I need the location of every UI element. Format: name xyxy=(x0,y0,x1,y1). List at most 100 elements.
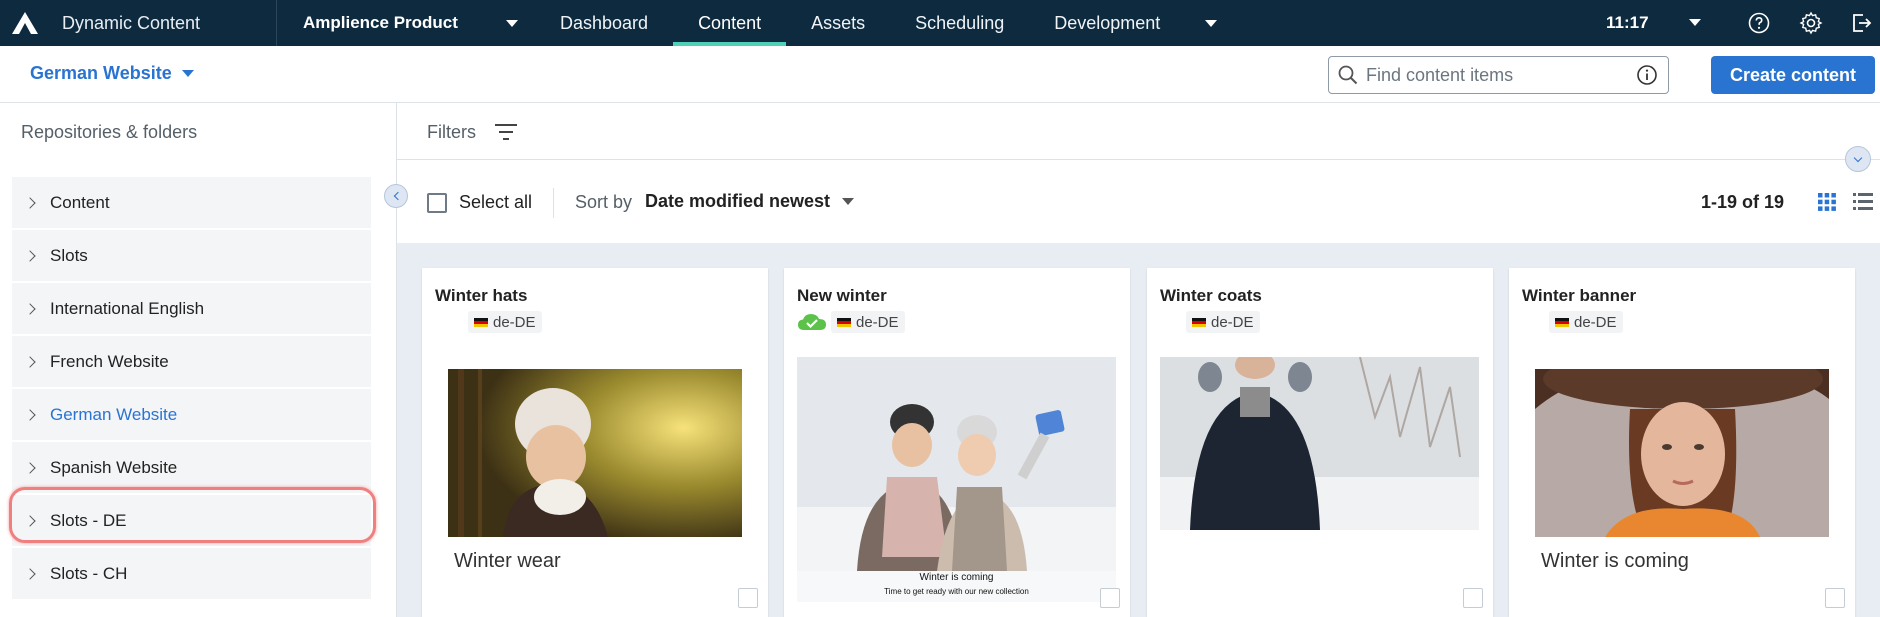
site-selector-label: German Website xyxy=(30,63,172,83)
sub-header: German Website Create content xyxy=(0,46,1880,103)
german-flag-icon xyxy=(1192,317,1206,327)
chevron-right-icon[interactable] xyxy=(24,196,36,209)
sidebar-item-slots[interactable]: Slots xyxy=(12,230,371,281)
chevron-right-icon[interactable] xyxy=(24,514,36,527)
chevron-right-icon[interactable] xyxy=(24,567,36,580)
locale-badge: de-DE xyxy=(1186,311,1260,333)
info-icon[interactable] xyxy=(1636,64,1658,86)
card-select-checkbox[interactable] xyxy=(1463,588,1483,608)
card-select-checkbox[interactable] xyxy=(1100,588,1120,608)
product-label: Amplience Product xyxy=(303,13,458,32)
tab-development[interactable]: Development xyxy=(1029,0,1185,46)
select-all-label: Select all xyxy=(459,192,533,212)
sidebar-item-slots-de[interactable]: Slots - DE xyxy=(12,495,371,546)
locale-badge: de-DE xyxy=(831,311,905,333)
sidebar-item-label: Slots xyxy=(50,245,88,265)
tab-scheduling[interactable]: Scheduling xyxy=(890,0,1029,46)
chevron-down-icon xyxy=(505,19,518,27)
sidebar-item-label: Slots - DE xyxy=(50,510,127,530)
create-content-button[interactable]: Create content xyxy=(1711,56,1875,94)
content-toolbar: Select all Sort by Date modified newest … xyxy=(397,160,1880,243)
card-title: New winter xyxy=(797,286,887,305)
new-winter-thumbnail: Winter is coming Time to get ready with … xyxy=(797,357,1116,602)
chevron-down-icon xyxy=(181,70,194,77)
locale-label: de-DE xyxy=(493,313,536,331)
search-icon xyxy=(1338,65,1358,85)
sort-selector[interactable]: Date modified newest xyxy=(645,191,855,212)
tab-content[interactable]: Content xyxy=(673,0,787,46)
locale-badge: de-DE xyxy=(1549,311,1623,333)
german-flag-icon xyxy=(1555,317,1569,327)
content-grid: Winter hats de-DE Winter wear New winter… xyxy=(397,243,1880,617)
sort-value: Date modified newest xyxy=(645,191,831,211)
tab-assets[interactable]: Assets xyxy=(786,0,890,46)
chevron-right-icon[interactable] xyxy=(24,302,36,315)
chevron-right-icon[interactable] xyxy=(24,461,36,474)
winter-banner-thumbnail xyxy=(1535,369,1829,537)
sidebar-item-international-english[interactable]: International English xyxy=(12,283,371,334)
amplience-logo-icon[interactable] xyxy=(0,0,50,46)
more-tabs-chevron-icon[interactable] xyxy=(1205,19,1218,27)
grid-view-icon[interactable] xyxy=(1818,193,1836,211)
content-card-winter-hats[interactable]: Winter hats de-DE Winter wear xyxy=(422,268,768,617)
card-caption: Winter wear xyxy=(454,550,561,572)
chevron-right-icon[interactable] xyxy=(24,408,36,421)
tab-dashboard[interactable]: Dashboard xyxy=(535,0,673,46)
app-title: Dynamic Content xyxy=(62,12,201,33)
sidebar-item-label: Slots - CH xyxy=(50,563,128,583)
locale-label: de-DE xyxy=(856,313,899,331)
select-all[interactable]: Select all xyxy=(427,192,532,213)
chevron-right-icon[interactable] xyxy=(24,355,36,368)
card-title: Winter hats xyxy=(435,286,528,305)
sidebar-item-label: Content xyxy=(50,192,110,212)
clock: 11:17 xyxy=(1606,13,1649,32)
card-caption: Winter is coming xyxy=(1541,550,1689,572)
chevron-down-icon xyxy=(842,198,855,205)
content-card-new-winter[interactable]: New winter de-DE Winter is coming Time t… xyxy=(784,268,1130,617)
winter-hats-thumbnail xyxy=(448,369,742,537)
sidebar-item-label: French Website xyxy=(50,351,169,371)
chevron-right-icon[interactable] xyxy=(24,249,36,262)
sort-by-label: Sort by xyxy=(575,192,633,212)
sidebar-item-label: International English xyxy=(50,298,205,318)
sidebar-item-french-website[interactable]: French Website xyxy=(12,336,371,387)
logout-icon[interactable] xyxy=(1848,10,1874,36)
filters-bar: Filters xyxy=(397,103,1880,160)
list-view-icon[interactable] xyxy=(1853,193,1873,211)
select-all-checkbox[interactable] xyxy=(427,192,447,213)
product-selector[interactable]: Amplience Product xyxy=(277,13,535,33)
content-card-winter-coats[interactable]: Winter coats de-DE xyxy=(1147,268,1493,617)
repository-list: Content Slots International English Fren… xyxy=(12,177,371,601)
german-flag-icon xyxy=(837,317,851,327)
search-input[interactable] xyxy=(1366,64,1636,86)
gear-icon[interactable] xyxy=(1798,10,1824,36)
search-box xyxy=(1328,56,1669,94)
cloud-synced-icon xyxy=(798,314,826,330)
sidebar-item-slots-ch[interactable]: Slots - CH xyxy=(12,548,371,599)
sidebar-item-content[interactable]: Content xyxy=(12,177,371,228)
sidebar-item-label: Spanish Website xyxy=(50,457,178,477)
card-select-checkbox[interactable] xyxy=(1825,588,1845,608)
winter-coats-thumbnail xyxy=(1160,357,1479,530)
sidebar: Repositories & folders Content Slots Int… xyxy=(0,103,397,617)
card-select-checkbox[interactable] xyxy=(738,588,758,608)
sidebar-item-german-website[interactable]: German Website xyxy=(12,389,371,440)
german-flag-icon xyxy=(474,317,488,327)
user-menu-chevron-icon[interactable] xyxy=(1689,19,1701,26)
sidebar-heading: Repositories & folders xyxy=(21,122,198,142)
sidebar-item-spanish-website[interactable]: Spanish Website xyxy=(12,442,371,493)
results-count: 1-19 of 19 xyxy=(1701,192,1785,212)
banner-subline: Time to get ready with our new collectio… xyxy=(884,587,1029,596)
toolbar-divider xyxy=(553,188,554,218)
locale-label: de-DE xyxy=(1211,313,1254,331)
filter-icon[interactable] xyxy=(494,123,518,141)
banner-headline: Winter is coming xyxy=(919,572,994,583)
card-title: Winter coats xyxy=(1160,286,1262,305)
top-nav: Dynamic Content Amplience Product Dashbo… xyxy=(0,0,1880,46)
content-card-winter-banner[interactable]: Winter banner de-DE Winter is coming xyxy=(1509,268,1855,617)
site-selector[interactable]: German Website xyxy=(30,63,194,84)
help-icon[interactable] xyxy=(1746,10,1772,36)
card-title: Winter banner xyxy=(1522,286,1637,305)
locale-label: de-DE xyxy=(1574,313,1617,331)
filters-label[interactable]: Filters xyxy=(427,122,476,143)
